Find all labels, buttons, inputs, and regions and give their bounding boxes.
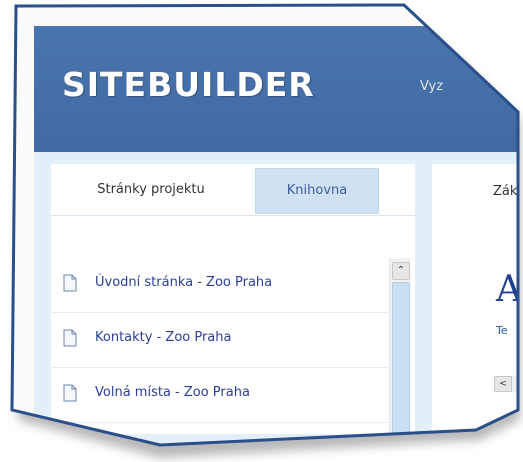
tab-project-pages[interactable]: Stránky projektu [51,164,251,215]
scroll-up-icon[interactable]: ⌃ [392,262,410,280]
window-frame: SITEBUILDER Vyz Stránky projektu Knihovn… [12,5,518,445]
list-item[interactable]: Volná místa - Zoo Praha [51,368,389,423]
tabs-divider [51,215,415,216]
tab-basic[interactable]: Zák [493,184,517,199]
project-pages-panel: Stránky projektu Knihovna Úvodní stránka… [51,164,415,434]
page-label: Úvodní stránka - Zoo Praha [95,275,273,290]
page-list: Úvodní stránka - Zoo Praha Kontakty - Zo… [51,258,389,423]
scroll-thumb[interactable] [392,282,410,434]
page-icon [63,329,77,347]
sitebuilder-logo: SITEBUILDER [62,65,315,104]
page-label: Kontakty - Zoo Praha [95,330,232,345]
list-item[interactable]: Kontakty - Zoo Praha [51,313,389,368]
page-list-scrollbar[interactable]: ⌃ [389,258,410,434]
page-icon [63,274,77,292]
top-menu-item[interactable]: Vyz [420,79,443,94]
scroll-left-icon[interactable]: < [494,376,512,392]
editor-panel: Zák A Te < [432,164,518,434]
page-icon [63,384,77,402]
tab-library[interactable]: Knihovna [255,168,379,214]
preview-text: Te [496,324,508,337]
page-label: Volná místa - Zoo Praha [95,385,250,400]
list-item[interactable]: Úvodní stránka - Zoo Praha [51,258,389,313]
panel-tabs: Stránky projektu Knihovna [51,164,415,215]
